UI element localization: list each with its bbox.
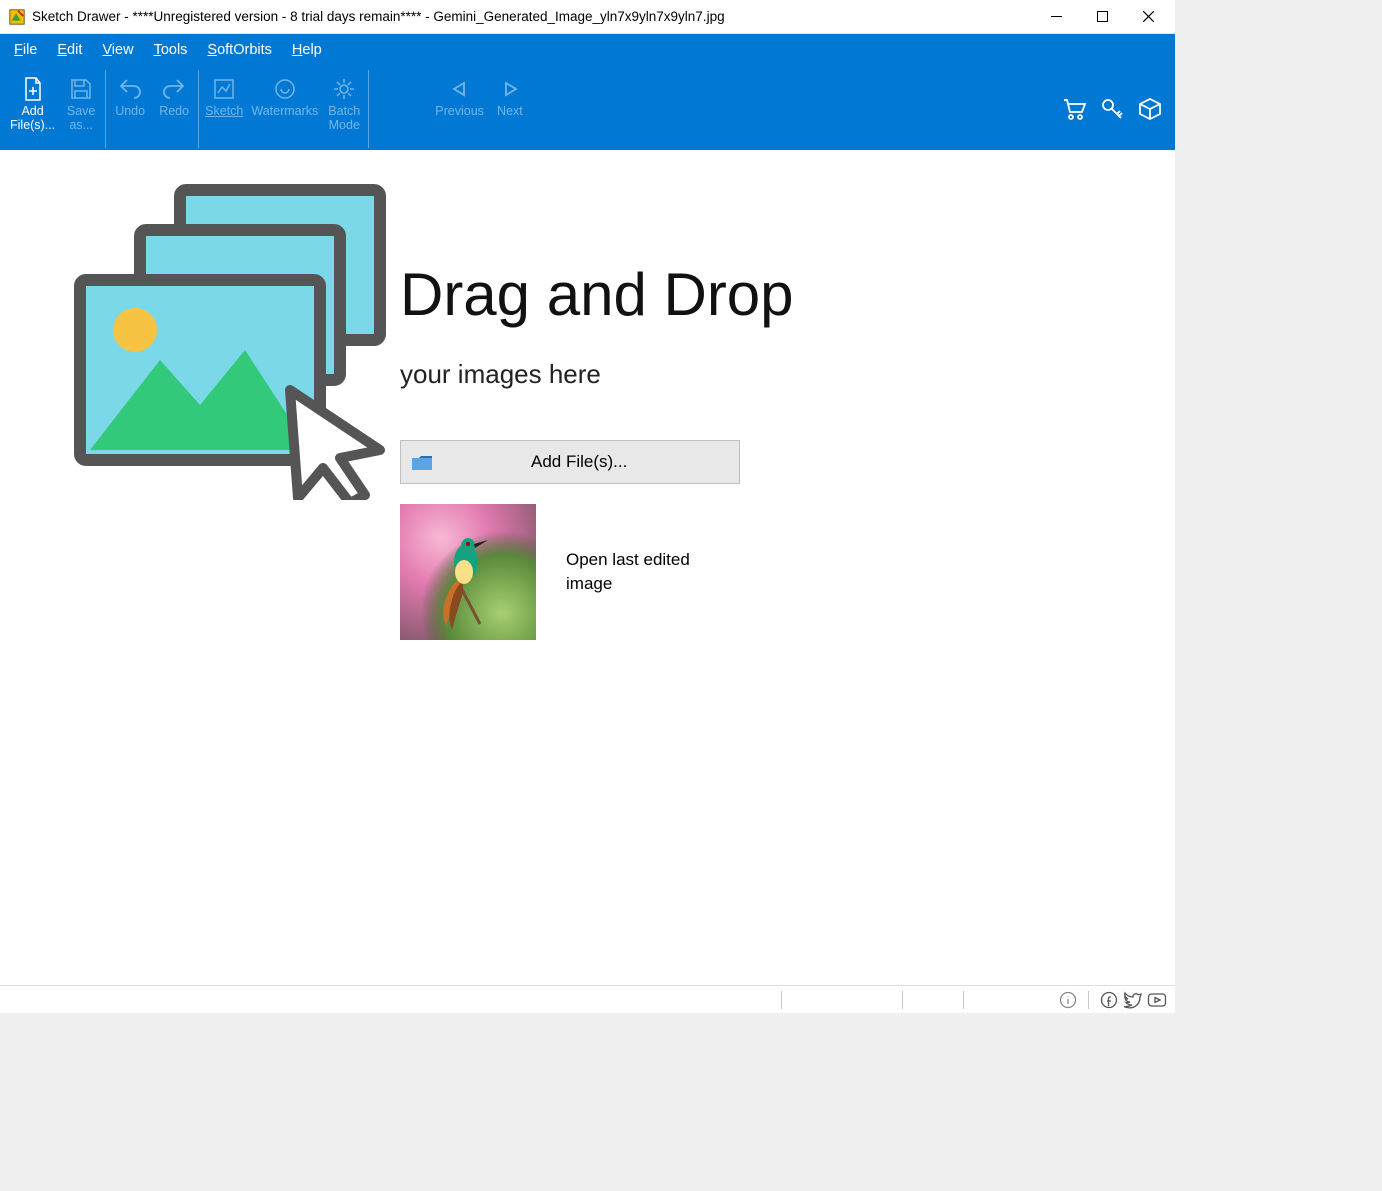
undo-icon [118, 76, 142, 102]
toolbar-previous[interactable]: Previous [431, 70, 488, 148]
statusbar-sep [902, 991, 903, 1009]
menu-file[interactable]: File [6, 38, 45, 62]
drag-subtitle: your images here [400, 359, 1135, 390]
toolbar-save-as[interactable]: Save as... [59, 70, 103, 148]
toolbar-add-files-label: Add File(s)... [10, 104, 55, 133]
gear-icon [332, 76, 356, 102]
info-icon[interactable] [1058, 990, 1078, 1010]
toolbar-next[interactable]: Next [488, 70, 532, 148]
menu-softorbits[interactable]: SoftOrbits [199, 38, 279, 62]
folder-icon [411, 454, 431, 470]
toolbar-undo[interactable]: Undo [108, 70, 152, 148]
watermark-icon [273, 76, 297, 102]
minimize-button[interactable] [1033, 2, 1079, 32]
titlebar: Sketch Drawer - ****Unregistered version… [0, 0, 1175, 34]
dragdrop-illustration [60, 180, 360, 640]
cart-icon[interactable] [1061, 96, 1087, 122]
menu-view[interactable]: View [94, 38, 141, 62]
toolbar-sketch-label: Sketch [205, 104, 243, 118]
toolbar-previous-label: Previous [435, 104, 484, 118]
maximize-button[interactable] [1079, 2, 1125, 32]
open-last-edited[interactable]: Open last edited image [400, 504, 1135, 640]
toolbar-next-label: Next [497, 104, 523, 118]
menu-edit[interactable]: Edit [49, 38, 90, 62]
add-files-button-label: Add File(s)... [531, 452, 627, 472]
box-icon[interactable] [1137, 96, 1163, 122]
facebook-icon[interactable] [1099, 990, 1119, 1010]
toolbar-watermarks-label: Watermarks [251, 104, 318, 118]
toolbar-batch-mode[interactable]: Batch Mode [322, 70, 366, 148]
key-icon[interactable] [1099, 96, 1125, 122]
toolbar-redo-label: Redo [159, 104, 189, 118]
toolbar-undo-label: Undo [115, 104, 145, 118]
sketch-icon [213, 76, 235, 102]
toolbar-save-as-label: Save as... [67, 104, 96, 133]
last-edited-thumbnail [400, 504, 536, 640]
twitter-icon[interactable] [1123, 990, 1143, 1010]
toolbar: Add File(s)... Save as... Undo Redo [0, 66, 1175, 150]
file-plus-icon [23, 76, 43, 102]
statusbar [0, 985, 1175, 1013]
main-area[interactable]: Drag and Drop your images here Add File(… [0, 150, 1175, 985]
arrow-left-icon [448, 76, 472, 102]
toolbar-sketch[interactable]: Sketch [201, 70, 247, 148]
toolbar-batch-mode-label: Batch Mode [328, 104, 360, 133]
window-title: Sketch Drawer - ****Unregistered version… [32, 9, 725, 24]
toolbar-watermarks[interactable]: Watermarks [247, 70, 322, 148]
drag-title: Drag and Drop [400, 260, 1135, 329]
toolbar-add-files[interactable]: Add File(s)... [6, 70, 59, 148]
open-last-edited-label: Open last edited image [566, 548, 726, 596]
toolbar-redo[interactable]: Redo [152, 70, 196, 148]
statusbar-sep [781, 991, 782, 1009]
close-button[interactable] [1125, 2, 1171, 32]
menu-help[interactable]: Help [284, 38, 330, 62]
app-icon [8, 8, 26, 26]
menubar: File Edit View Tools SoftOrbits Help [0, 34, 1175, 66]
statusbar-sep [963, 991, 964, 1009]
arrow-right-icon [498, 76, 522, 102]
add-files-button[interactable]: Add File(s)... [400, 440, 740, 484]
statusbar-sep [1088, 991, 1089, 1009]
redo-icon [162, 76, 186, 102]
save-icon [70, 76, 92, 102]
menu-tools[interactable]: Tools [146, 38, 196, 62]
youtube-icon[interactable] [1147, 990, 1167, 1010]
